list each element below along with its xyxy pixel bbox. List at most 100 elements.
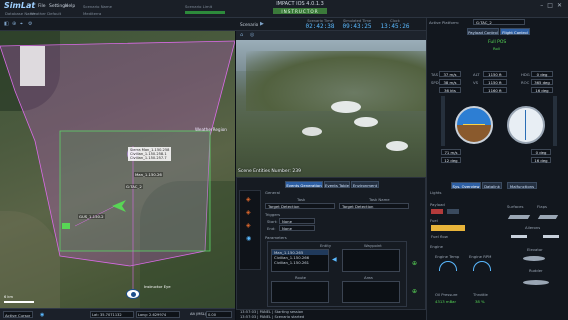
scenario-play-icon[interactable]: ▶: [260, 21, 264, 27]
move-arrow-icon[interactable]: ◀: [332, 256, 337, 263]
section-label: Elevator: [527, 247, 543, 252]
entity-label[interactable]: GUS_1.150.2: [78, 214, 105, 219]
event-icon[interactable]: ◉: [246, 235, 251, 242]
end-trigger-select[interactable]: None: [279, 225, 315, 231]
payload-indicator[interactable]: [447, 209, 459, 214]
platform-panel: Active Platform: G:TAC_2 Payload Control…: [426, 18, 568, 320]
view-icon[interactable]: ◎: [250, 32, 254, 38]
weather-default-label: Weather Default: [30, 11, 62, 16]
camera-icon[interactable]: ⌂: [240, 32, 243, 38]
cloud: [386, 141, 408, 151]
waypoint-list[interactable]: [342, 249, 400, 272]
active-platform-label: Active Platform:: [429, 20, 460, 25]
tactical-map[interactable]: WeatherRegion Sierra Man_1.150.258 Civil…: [0, 31, 235, 308]
entity-label[interactable]: G:TAC_2: [125, 184, 143, 189]
deg-readout: 16 deg: [531, 87, 553, 93]
event-icon[interactable]: ◈: [246, 196, 251, 203]
active-platform-select[interactable]: G:TAC_2: [473, 19, 525, 25]
event-icon[interactable]: ◈: [246, 222, 251, 229]
measure-icon[interactable]: ⌖: [20, 21, 23, 27]
instructor-eye-icon[interactable]: [126, 289, 140, 299]
top-menu-bar: SimLat File Settings Help Database Name …: [0, 0, 568, 18]
tab-malfunctions[interactable]: Malfunctions: [507, 182, 537, 189]
fuel-flow-label: Fuel flow: [431, 234, 448, 239]
readout-label: ROC: [521, 80, 530, 85]
engine-temp-gauge: [439, 261, 457, 271]
start-label: Start:: [267, 219, 278, 224]
task-name-input[interactable]: Target Detection: [339, 203, 409, 209]
oil-pressure-value: 4313 mBar: [435, 299, 457, 304]
entity-popup[interactable]: Sierra Man_1.150.258 Civilian_1.150.258.…: [128, 147, 172, 161]
payload-control-button[interactable]: Payload Control: [467, 28, 499, 35]
map-scale-bar: [4, 301, 34, 303]
tab-environment[interactable]: Environment: [351, 181, 379, 188]
maximize-icon[interactable]: □: [547, 2, 557, 9]
add-icon[interactable]: ⊕: [412, 288, 417, 295]
tab-sys-overview[interactable]: Sys. Overview: [451, 182, 481, 189]
flap-shape: [537, 215, 559, 219]
cloud: [354, 117, 378, 127]
section-label: Flaps: [537, 204, 547, 209]
engine-rpm-label: Engine RPM: [469, 254, 492, 259]
cursor-mode-select[interactable]: Active Cursor: [3, 311, 33, 318]
tab-datalink[interactable]: Datalink: [482, 182, 502, 189]
full-pos-sub: Roll: [493, 46, 500, 51]
menu-file[interactable]: File: [38, 4, 46, 9]
settings-icon[interactable]: ⚙: [28, 21, 32, 27]
list-item[interactable]: Civilian_1.150.261: [272, 260, 328, 265]
task-name-label: Task Name: [369, 197, 390, 202]
route-label: Route: [295, 275, 307, 280]
map-scale-label: 6 km: [4, 295, 14, 299]
flight-control-button[interactable]: Flight Control: [500, 28, 530, 35]
payload-indicator[interactable]: [431, 209, 443, 214]
layers-icon[interactable]: ◧: [4, 21, 9, 27]
tab-events-table[interactable]: Events Table: [324, 181, 350, 188]
start-trigger-select[interactable]: None: [279, 218, 315, 224]
map-white-block: [20, 46, 45, 86]
throttle-label: Throttle: [473, 292, 488, 297]
close-icon[interactable]: ✕: [557, 2, 566, 9]
waypoint-label: Waypoint: [364, 243, 382, 248]
cloud: [302, 127, 322, 136]
lower-readout: 0 deg: [531, 149, 551, 155]
ground-unit-icon: [62, 223, 70, 229]
readout-label: VS: [473, 80, 479, 85]
3d-view[interactable]: Scene Entities Number: 239: [236, 31, 426, 177]
roc-readout: 365 deg: [531, 79, 553, 85]
readout-label: HDG: [521, 72, 530, 77]
app-title: IMPACT IOS 4.0.1.3: [276, 1, 324, 7]
heading-indicator: [507, 106, 545, 144]
menu-help[interactable]: Help: [65, 4, 75, 9]
aileron-shape: [543, 235, 559, 238]
readout-label: ALT: [473, 72, 480, 77]
hdg-readout: 0 deg: [531, 71, 553, 77]
lower-readout: 71 m/s: [441, 149, 461, 155]
entity-list[interactable]: Man_1.150.265 Civilian_1.150.266 Civilia…: [271, 249, 329, 272]
add-icon[interactable]: ⊕: [412, 260, 417, 267]
clock-value-scenario: 02:42:38: [305, 23, 335, 30]
attitude-indicator: [455, 106, 493, 144]
weather-region-label: WeatherRegion: [195, 127, 227, 132]
globe-icon: ◉: [40, 312, 45, 318]
status-line: 13:57:03 | PANEL | Scenario started: [240, 315, 305, 319]
parameters-label: Parameters: [265, 235, 287, 240]
scenario-menu[interactable]: Scenario: [240, 22, 258, 27]
kts-readout: 36 kts: [439, 87, 461, 93]
scene-entities-count: Scene Entities Number: 239: [238, 169, 301, 174]
latitude-field: Lat: 35.7071132: [90, 311, 134, 318]
map-tool-icon[interactable]: ⊕: [12, 21, 16, 27]
map-status-bar: Active Cursor ◉ Lat: 35.7071132 Long: 2.…: [0, 308, 235, 320]
event-icon[interactable]: ◈: [246, 209, 251, 216]
tab-events-generation[interactable]: Events Generation: [285, 181, 323, 188]
entity-label[interactable]: Man_1.150.26: [134, 172, 163, 177]
route-list[interactable]: [271, 281, 329, 303]
area-list[interactable]: [342, 281, 400, 303]
events-panel: Events Generation Events Table Environme…: [236, 177, 426, 310]
attitude-reference: [463, 124, 485, 125]
rudder-shape: [523, 280, 549, 285]
lower-readout: 12 deg: [441, 157, 461, 163]
heading-needle: [525, 110, 526, 140]
task-select[interactable]: Target Detection: [265, 203, 335, 209]
spd-readout: 38 m/s: [439, 79, 461, 85]
elevator-shape: [523, 256, 545, 261]
